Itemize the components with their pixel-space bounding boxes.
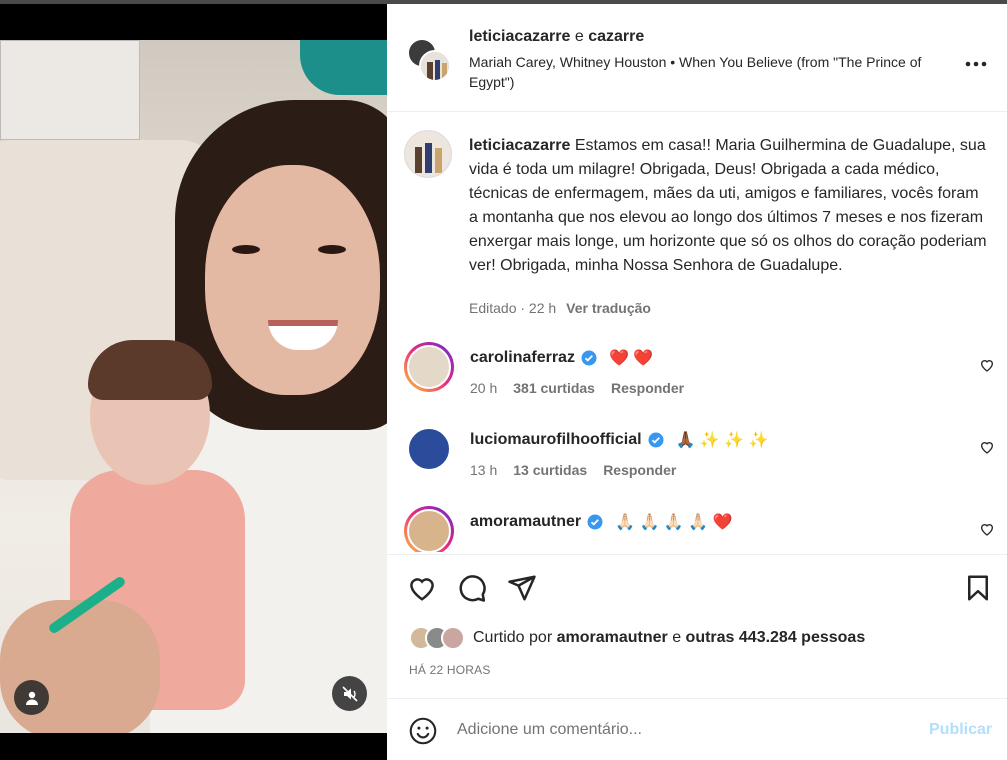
author-link[interactable]: leticiacazarre	[469, 28, 570, 45]
reply-button[interactable]: Responder	[603, 462, 676, 478]
baby-hair	[88, 340, 212, 400]
heart-outline-icon[interactable]	[979, 357, 995, 373]
audio-track-link[interactable]: Mariah Carey, Whitney Houston • When You…	[469, 52, 949, 92]
liked-by-join: e	[667, 629, 686, 646]
avatar	[419, 50, 451, 82]
liked-by-prefix: Curtido por	[473, 629, 557, 646]
heart-outline-icon[interactable]	[979, 439, 995, 455]
share-paper-plane-icon[interactable]	[507, 573, 537, 603]
liked-by-text: Curtido por amoramautner e outras 443.28…	[473, 629, 865, 647]
comment-meta: 13 h 13 curtidas Responder	[470, 462, 692, 478]
avatar[interactable]	[441, 626, 465, 650]
comment-text: ❤️ ❤️	[608, 350, 654, 367]
comment-item: amoramautner 🙏🏻 🙏🏻 🙏🏻 🙏🏻 ❤️	[387, 506, 1007, 552]
comment-bubble-icon[interactable]	[457, 573, 487, 603]
comment-likes[interactable]: 381 curtidas	[513, 380, 595, 396]
comment-header: carolinaferraz ❤️ ❤️	[470, 348, 653, 368]
post-header: leticiacazarre e cazarre Mariah Carey, W…	[387, 4, 1007, 112]
comment-text: 🙏🏾 ✨ ✨ ✨	[675, 432, 769, 449]
post-timestamp[interactable]: HÁ 22 HORAS	[409, 663, 491, 677]
comment-meta: 20 h 381 curtidas Responder	[470, 380, 700, 396]
caption-meta: Editado · 22 h Ver tradução	[469, 300, 651, 316]
comment-username[interactable]: carolinaferraz	[470, 349, 575, 367]
reply-button[interactable]: Responder	[611, 380, 684, 396]
verified-badge-icon	[648, 432, 664, 448]
comment-header: amoramautner 🙏🏻 🙏🏻 🙏🏻 🙏🏻 ❤️	[470, 512, 733, 532]
comment-item: carolinaferraz ❤️ ❤️ 20 h 381 curtidas Res…	[387, 342, 1007, 412]
comment-header: luciomaurofilhoofficial 🙏🏾 ✨ ✨ ✨	[470, 430, 769, 450]
emoji-smile-icon[interactable]	[409, 717, 437, 745]
avatar[interactable]	[404, 130, 452, 178]
comment-item: luciomaurofilhoofficial 🙏🏾 ✨ ✨ ✨ 13 h 13 …	[387, 424, 1007, 494]
video-frame[interactable]	[0, 40, 387, 733]
mother-face	[205, 165, 380, 395]
more-horizontal-icon	[965, 61, 987, 67]
comment-username[interactable]: luciomaurofilhoofficial	[470, 431, 642, 449]
hospital-monitor	[0, 40, 140, 140]
caption-text: Estamos em casa!! Maria Guilhermina de G…	[469, 137, 987, 274]
speaker-muted-icon	[341, 685, 358, 702]
liked-by-user[interactable]: amoramautner	[557, 629, 668, 646]
caption-username[interactable]: leticiacazarre	[469, 137, 570, 154]
verified-badge-icon	[587, 514, 603, 530]
like-heart-icon[interactable]	[407, 573, 437, 603]
post-details-panel: leticiacazarre e cazarre Mariah Carey, W…	[387, 4, 1007, 760]
eye	[232, 245, 260, 254]
comment-likes[interactable]: 13 curtidas	[513, 462, 587, 478]
comment-username[interactable]: amoramautner	[470, 513, 581, 531]
edited-timestamp: Editado · 22 h	[469, 300, 557, 316]
save-bookmark-icon[interactable]	[963, 573, 993, 603]
author-link[interactable]: cazarre	[588, 28, 644, 45]
more-options-button[interactable]	[965, 50, 987, 73]
comment-input[interactable]	[457, 715, 907, 745]
eye	[318, 245, 346, 254]
liked-by-others[interactable]: outras 443.284 pessoas	[686, 629, 866, 646]
add-comment-bar: Publicar	[387, 698, 1007, 760]
liked-by-row: Curtido por amoramautner e outras 443.28…	[409, 625, 865, 651]
post-media[interactable]	[0, 4, 387, 760]
post-actions: Curtido por amoramautner e outras 443.28…	[387, 554, 1007, 698]
avatar[interactable]	[404, 342, 454, 392]
post-author-names: leticiacazarre e cazarre	[469, 28, 644, 46]
post-caption: leticiacazarre Estamos em casa!! Maria G…	[469, 134, 989, 278]
author-join-text: e	[570, 28, 589, 45]
verified-badge-icon	[581, 350, 597, 366]
avatar[interactable]	[404, 424, 454, 474]
heart-outline-icon[interactable]	[979, 521, 995, 537]
user-icon	[25, 691, 38, 705]
comment-text: 🙏🏻 🙏🏻 🙏🏻 🙏🏻 ❤️	[615, 514, 733, 531]
see-translation-link[interactable]: Ver tradução	[566, 300, 651, 316]
comment-time: 20 h	[470, 380, 498, 396]
collab-avatars[interactable]	[407, 38, 451, 82]
tagged-users-button[interactable]	[14, 680, 49, 715]
mute-button[interactable]	[332, 676, 367, 711]
avatar[interactable]	[404, 506, 454, 552]
comment-time: 13 h	[470, 462, 498, 478]
publish-button[interactable]: Publicar	[929, 721, 992, 739]
